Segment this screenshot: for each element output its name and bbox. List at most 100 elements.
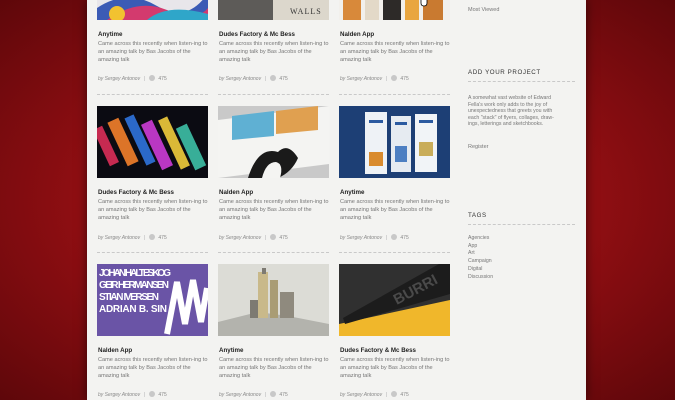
project-description: Came across this recently when listen-in… xyxy=(219,357,329,379)
project-title[interactable]: Nalden App xyxy=(340,31,374,38)
card-divider xyxy=(218,94,329,95)
project-thumbnail[interactable] xyxy=(97,106,208,178)
tag-item[interactable]: Digital xyxy=(468,266,493,274)
svg-text:JOHAN HALTESKOG: JOHAN HALTESKOG xyxy=(99,268,171,279)
meta-separator: | xyxy=(386,235,388,241)
comment-count[interactable]: 475 xyxy=(158,235,166,241)
comment-icon xyxy=(391,391,398,397)
svg-text:WALLS: WALLS xyxy=(290,7,322,16)
meta-separator: | xyxy=(265,76,267,82)
project-thumbnail[interactable] xyxy=(218,264,329,336)
comment-count[interactable]: 475 xyxy=(400,392,408,398)
comment-icon xyxy=(391,75,398,81)
comment-icon xyxy=(270,75,277,81)
meta-separator: | xyxy=(144,235,146,241)
meta-separator: | xyxy=(386,392,388,398)
project-meta: by Sergey Antonov | 475 xyxy=(98,391,167,398)
project-meta: by Sergey Antonov | 475 xyxy=(98,234,167,241)
project-thumbnail[interactable] xyxy=(339,0,450,20)
project-description: Came across this recently when listen-in… xyxy=(219,41,329,63)
sidebar-divider xyxy=(468,81,575,82)
project-title[interactable]: Anytime xyxy=(98,31,122,38)
project-thumbnail[interactable] xyxy=(97,0,208,20)
comment-count[interactable]: 475 xyxy=(400,235,408,241)
project-author[interactable]: by Sergey Antonov xyxy=(340,392,382,398)
project-title[interactable]: Dudes Factory & Mc Bess xyxy=(340,347,416,354)
project-author[interactable]: by Sergey Antonov xyxy=(98,392,140,398)
comment-count[interactable]: 475 xyxy=(279,235,287,241)
project-meta: by Sergey Antonov | 475 xyxy=(340,234,409,241)
tag-item[interactable]: Art xyxy=(468,250,493,258)
project-meta: by Sergey Antonov | 475 xyxy=(98,75,167,82)
project-author[interactable]: by Sergey Antonov xyxy=(340,76,382,82)
project-thumbnail[interactable]: JOHAN HALTESKOG GEIR HERMANSEN STIAN IVE… xyxy=(97,264,208,336)
project-title[interactable]: Nalden App xyxy=(219,189,253,196)
comment-icon xyxy=(149,391,156,397)
tag-item[interactable]: App xyxy=(468,243,493,251)
svg-text:STIAN IVERSEN: STIAN IVERSEN xyxy=(99,292,159,303)
project-meta: by Sergey Antonov | 475 xyxy=(340,391,409,398)
project-thumbnail[interactable] xyxy=(218,106,329,178)
svg-text:ADRIAN B. SIN: ADRIAN B. SIN xyxy=(99,304,167,315)
add-project-text: A somewhat vast website of Edward Fella'… xyxy=(468,95,554,128)
comment-icon xyxy=(149,234,156,240)
project-grid: Anytime Came across this recently when l… xyxy=(97,0,453,400)
project-thumbnail[interactable] xyxy=(339,106,450,178)
card-divider xyxy=(339,252,450,253)
most-viewed-link[interactable]: Most Viewed xyxy=(468,7,499,13)
project-title[interactable]: Anytime xyxy=(219,347,243,354)
project-title[interactable]: Anytime xyxy=(340,189,364,196)
project-thumbnail[interactable]: BURRI xyxy=(339,264,450,336)
comment-icon xyxy=(149,75,156,81)
project-author[interactable]: by Sergey Antonov xyxy=(219,76,261,82)
project-description: Came across this recently when listen-in… xyxy=(98,199,208,221)
tag-item[interactable]: Discussion xyxy=(468,274,493,282)
project-description: Came across this recently when listen-in… xyxy=(340,357,450,379)
tags-heading: TAGS xyxy=(468,212,487,219)
project-title[interactable]: Nalden App xyxy=(98,347,132,354)
tag-item[interactable]: Campaign xyxy=(468,258,493,266)
mouse-pointer-icon xyxy=(420,0,428,7)
comment-icon xyxy=(391,234,398,240)
project-description: Came across this recently when listen-in… xyxy=(98,357,208,379)
card-divider xyxy=(97,252,208,253)
project-meta: by Sergey Antonov | 475 xyxy=(219,391,288,398)
meta-separator: | xyxy=(144,392,146,398)
comment-count[interactable]: 475 xyxy=(400,76,408,82)
sidebar-divider xyxy=(468,224,575,225)
comment-count[interactable]: 475 xyxy=(158,76,166,82)
card-divider xyxy=(339,94,450,95)
svg-text:GEIR HERMANSEN: GEIR HERMANSEN xyxy=(99,280,169,291)
card-divider xyxy=(218,252,329,253)
meta-separator: | xyxy=(265,235,267,241)
project-description: Came across this recently when listen-in… xyxy=(340,199,450,221)
meta-separator: | xyxy=(386,76,388,82)
meta-separator: | xyxy=(265,392,267,398)
project-author[interactable]: by Sergey Antonov xyxy=(219,392,261,398)
project-description: Came across this recently when listen-in… xyxy=(219,199,329,221)
project-title[interactable]: Dudes Factory & Mc Bess xyxy=(219,31,295,38)
tag-list: Agencies App Art Campaign Digital Discus… xyxy=(468,235,493,281)
project-description: Came across this recently when listen-in… xyxy=(340,41,450,63)
comment-count[interactable]: 475 xyxy=(279,76,287,82)
comment-count[interactable]: 475 xyxy=(158,392,166,398)
tag-item[interactable]: Agencies xyxy=(468,235,493,243)
sidebar: Most Viewed ADD YOUR PROJECT A somewhat … xyxy=(468,0,576,400)
comment-icon xyxy=(270,391,277,397)
project-meta: by Sergey Antonov | 475 xyxy=(340,75,409,82)
add-project-heading: ADD YOUR PROJECT xyxy=(468,69,541,76)
project-author[interactable]: by Sergey Antonov xyxy=(340,235,382,241)
project-author[interactable]: by Sergey Antonov xyxy=(219,235,261,241)
register-link[interactable]: Register xyxy=(468,144,488,150)
project-meta: by Sergey Antonov | 475 xyxy=(219,75,288,82)
project-author[interactable]: by Sergey Antonov xyxy=(98,235,140,241)
project-author[interactable]: by Sergey Antonov xyxy=(98,76,140,82)
content-page: Anytime Came across this recently when l… xyxy=(87,0,586,400)
project-title[interactable]: Dudes Factory & Mc Bess xyxy=(98,189,174,196)
project-meta: by Sergey Antonov | 475 xyxy=(219,234,288,241)
comment-count[interactable]: 475 xyxy=(279,392,287,398)
comment-icon xyxy=(270,234,277,240)
meta-separator: | xyxy=(144,76,146,82)
project-thumbnail[interactable]: WALLS xyxy=(218,0,329,20)
card-divider xyxy=(97,94,208,95)
